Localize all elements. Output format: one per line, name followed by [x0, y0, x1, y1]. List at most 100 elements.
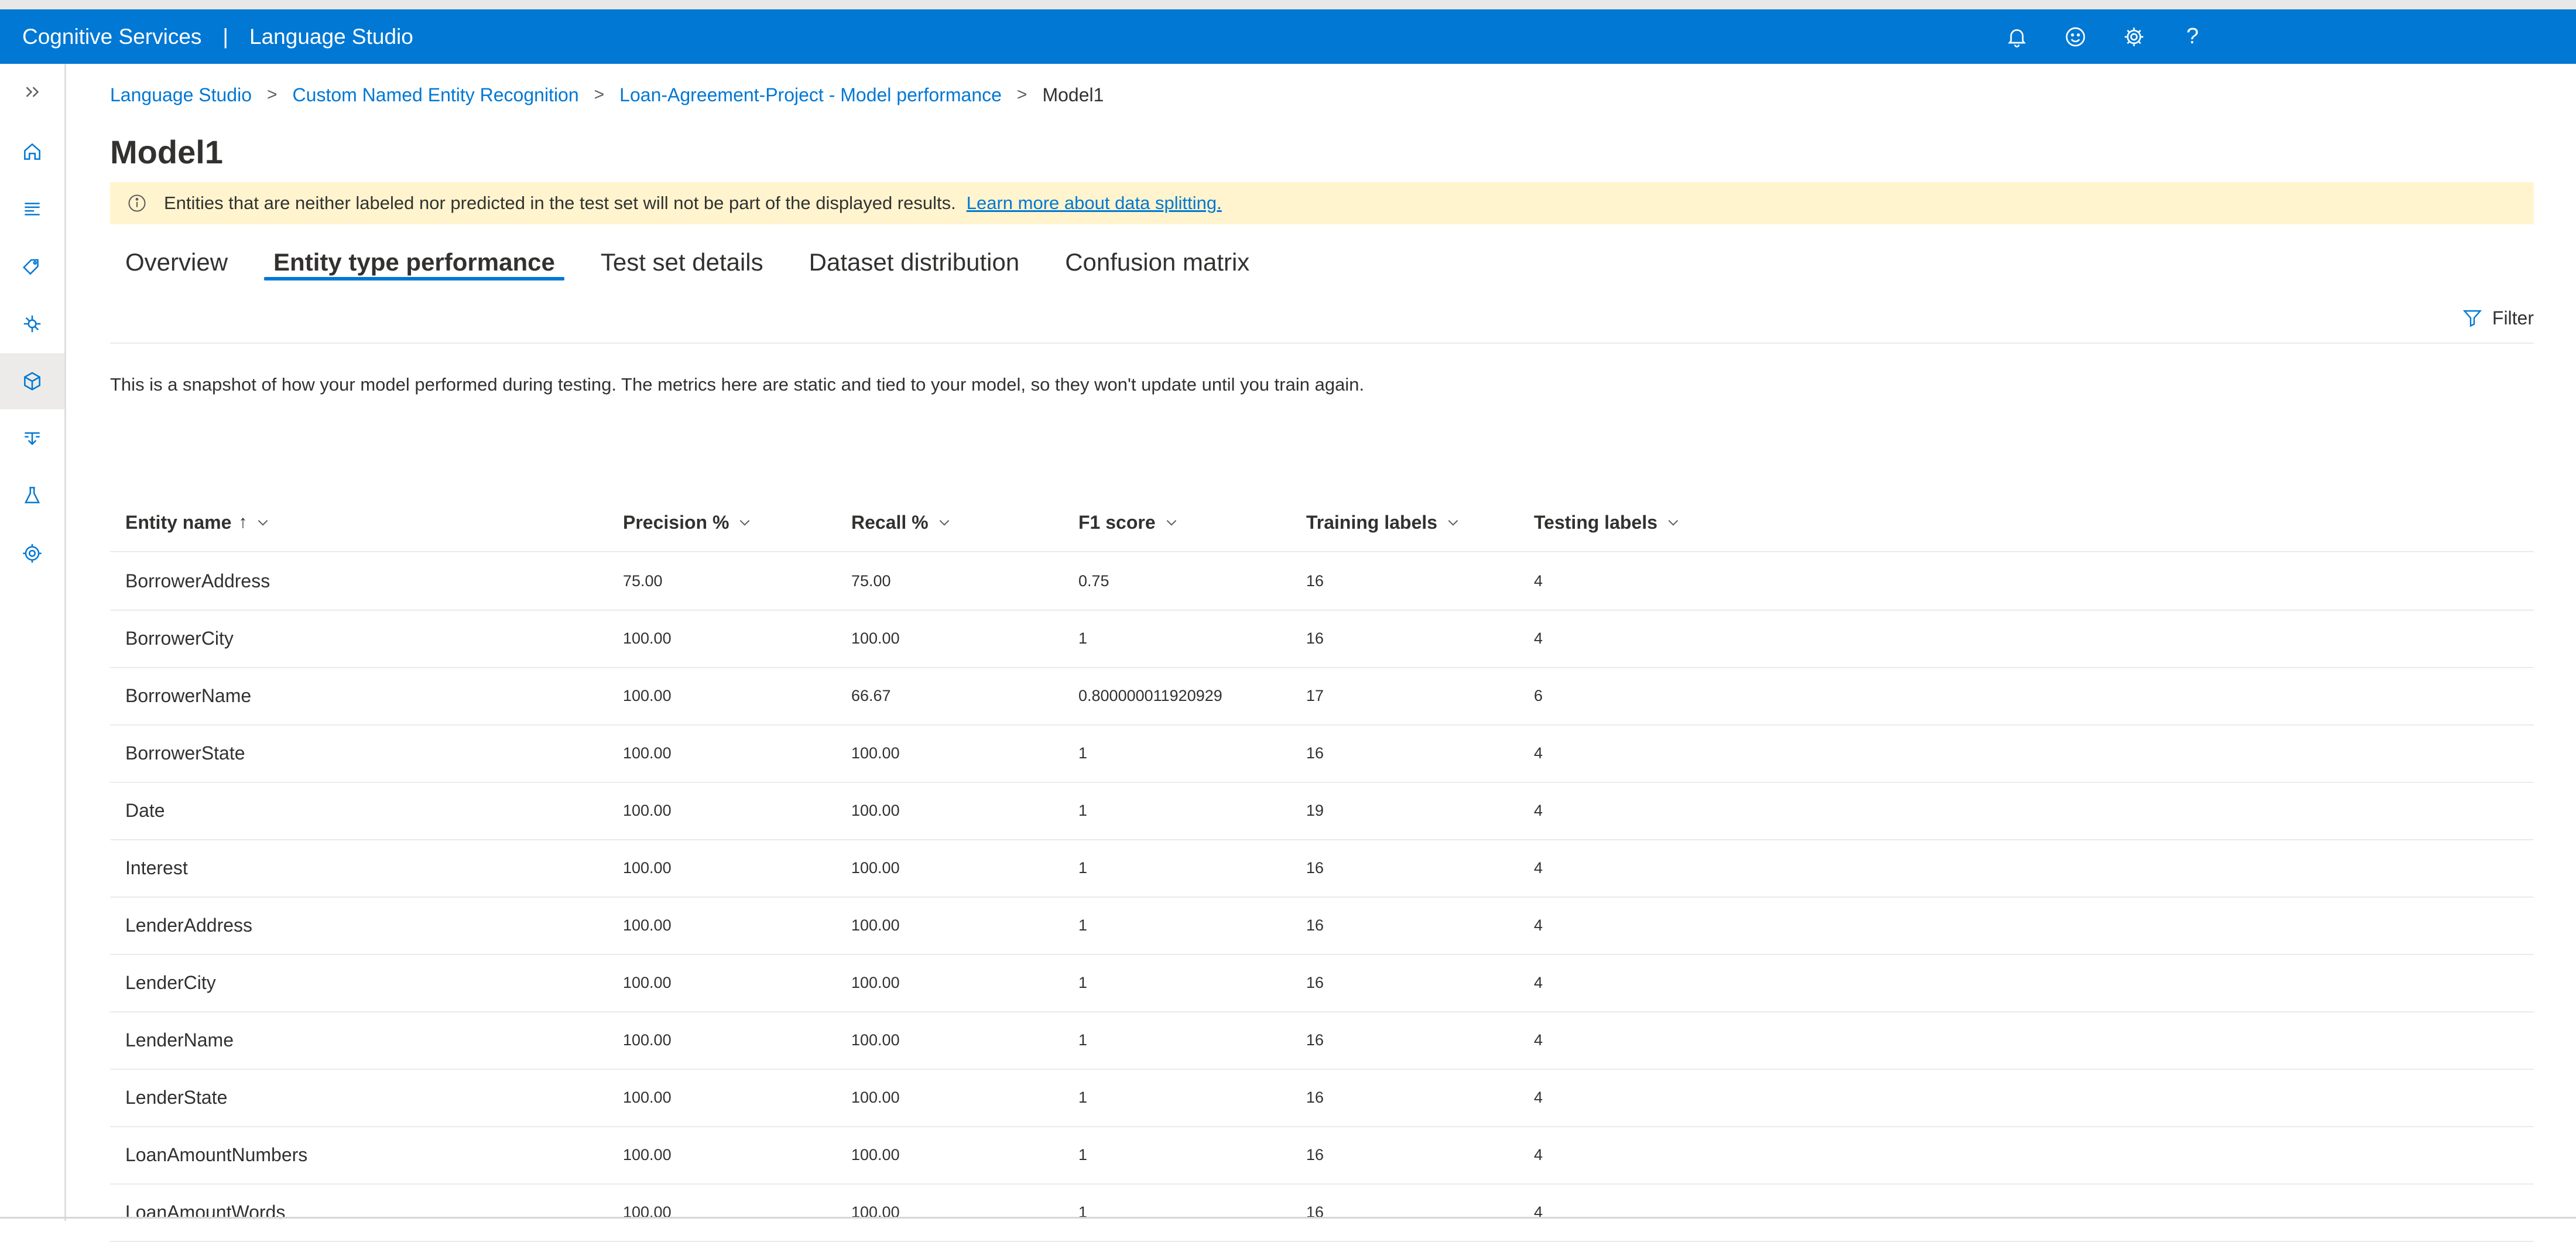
flask-icon: [24, 487, 40, 504]
cell-entity-name: LoanAmountNumbers: [125, 1144, 308, 1165]
column-header-entity-name[interactable]: Entity name ↑: [125, 494, 270, 551]
tab-entity-type-performance[interactable]: Entity type performance: [258, 231, 570, 293]
filter-icon: [2462, 310, 2482, 327]
cell-precision: 100.00: [623, 686, 672, 704]
cell-f1-score: 1: [1078, 973, 1088, 991]
table-row[interactable]: LoanAmountWords 100.00 100.00 1 16 4: [110, 1183, 2534, 1242]
cell-precision: 75.00: [623, 572, 663, 590]
cell-testing-labels: 4: [1534, 858, 1543, 877]
column-header-testing-labels[interactable]: Testing labels: [1534, 494, 1681, 551]
nav-settings[interactable]: [0, 525, 64, 581]
cell-recall: 75.00: [851, 572, 891, 590]
table-row[interactable]: BorrowerCity 100.00 100.00 1 16 4: [110, 610, 2534, 668]
banner-text: Entities that are neither labeled nor pr…: [164, 193, 956, 213]
cell-training-labels: 17: [1306, 686, 1324, 704]
column-header-label: Entity name: [125, 511, 232, 533]
table-row[interactable]: BorrowerState 100.00 100.00 1 16 4: [110, 724, 2534, 783]
column-header-label: Precision %: [623, 511, 729, 533]
nav-home[interactable]: [0, 124, 64, 180]
expand-nav-button[interactable]: [0, 64, 64, 120]
cell-testing-labels: 6: [1534, 686, 1543, 704]
cell-f1-score: 1: [1078, 744, 1088, 762]
chevron-right-icon: >: [594, 85, 605, 104]
page-title: Model1: [110, 134, 223, 170]
table-row[interactable]: LoanAmountNumbers 100.00 100.00 1 16 4: [110, 1126, 2534, 1185]
cell-f1-score: 1: [1078, 1203, 1088, 1221]
header-actions: ?: [2002, 9, 2207, 64]
table-row[interactable]: LenderState 100.00 100.00 1 16 4: [110, 1069, 2534, 1127]
filter-button[interactable]: Filter: [2462, 300, 2534, 336]
tab-dataset-distribution[interactable]: Dataset distribution: [794, 231, 1035, 293]
cell-recall: 100.00: [851, 744, 900, 762]
column-header-recall[interactable]: Recall %: [851, 494, 952, 551]
chevron-down-icon: [255, 515, 270, 530]
smiley-icon[interactable]: [2061, 22, 2090, 52]
cell-precision: 100.00: [623, 916, 672, 934]
tab-overview[interactable]: Overview: [110, 231, 243, 293]
breadcrumb-custom-ner[interactable]: Custom Named Entity Recognition: [293, 84, 579, 106]
settings-icon: [23, 544, 42, 563]
brand-name[interactable]: Cognitive Services: [22, 9, 201, 64]
breadcrumb-project-model-performance[interactable]: Loan-Agreement-Project - Model performan…: [619, 84, 1002, 106]
nav-testing[interactable]: [0, 468, 64, 524]
nav-data-labeling[interactable]: [0, 181, 64, 237]
tab-confusion-matrix[interactable]: Confusion matrix: [1050, 231, 1265, 293]
cell-testing-labels: 4: [1534, 1088, 1543, 1106]
toolbar-divider: [110, 343, 2534, 344]
column-header-f1-score[interactable]: F1 score: [1078, 494, 1179, 551]
cell-training-labels: 16: [1306, 1088, 1324, 1106]
cell-f1-score: 1: [1078, 916, 1088, 934]
chevron-down-icon: [737, 515, 752, 530]
nav-training[interactable]: [0, 296, 64, 352]
left-nav-rail: [0, 64, 66, 1221]
model-icon: [23, 315, 41, 333]
table-row[interactable]: LenderCity 100.00 100.00 1 16 4: [110, 954, 2534, 1012]
cell-recall: 100.00: [851, 858, 900, 877]
table-row[interactable]: Interest 100.00 100.00 1 16 4: [110, 839, 2534, 898]
cell-training-labels: 16: [1306, 744, 1324, 762]
cell-entity-name: LenderCity: [125, 971, 216, 993]
column-header-label: Recall %: [851, 511, 929, 533]
brand: Cognitive Services | Language Studio: [22, 9, 413, 64]
table-row[interactable]: LenderAddress 100.00 100.00 1 16 4: [110, 897, 2534, 955]
cell-entity-name: Interest: [125, 857, 188, 878]
column-header-precision[interactable]: Precision %: [623, 494, 752, 551]
cell-testing-labels: 4: [1534, 572, 1543, 590]
bell-icon[interactable]: [2002, 22, 2032, 52]
cell-precision: 100.00: [623, 1031, 672, 1049]
cell-precision: 100.00: [623, 858, 672, 877]
cell-training-labels: 16: [1306, 1145, 1324, 1164]
cell-recall: 100.00: [851, 916, 900, 934]
cell-entity-name: Date: [125, 799, 165, 821]
cell-training-labels: 16: [1306, 916, 1324, 934]
cell-recall: 100.00: [851, 801, 900, 819]
tag-icon: [22, 259, 39, 275]
filter-label: Filter: [2492, 307, 2534, 329]
nav-tag[interactable]: [0, 238, 64, 295]
data-splitting-link[interactable]: Learn more about data splitting.: [967, 193, 1222, 214]
app-name[interactable]: Language Studio: [249, 9, 413, 64]
chevron-down-icon: [1666, 515, 1681, 530]
cell-training-labels: 16: [1306, 858, 1324, 877]
table-row[interactable]: LenderName 100.00 100.00 1 16 4: [110, 1011, 2534, 1070]
tab-test-set-details[interactable]: Test set details: [585, 231, 779, 293]
breadcrumb-language-studio[interactable]: Language Studio: [110, 84, 252, 106]
column-header-training-labels[interactable]: Training labels: [1306, 494, 1461, 551]
gear-icon[interactable]: [2119, 22, 2149, 52]
cell-testing-labels: 4: [1534, 1031, 1543, 1049]
cell-training-labels: 16: [1306, 629, 1324, 647]
cell-testing-labels: 4: [1534, 916, 1543, 934]
column-header-label: Training labels: [1306, 511, 1438, 533]
table-row[interactable]: BorrowerAddress 75.00 75.00 0.75 16 4: [110, 552, 2534, 611]
cell-entity-name: BorrowerState: [125, 742, 245, 764]
table-row[interactable]: BorrowerName 100.00 66.67 0.800000011920…: [110, 667, 2534, 726]
nav-model-performance[interactable]: [0, 353, 64, 409]
help-glyph: ?: [2186, 24, 2199, 49]
cell-precision: 100.00: [623, 629, 672, 647]
cell-recall: 100.00: [851, 1203, 900, 1221]
help-icon[interactable]: ?: [2178, 22, 2207, 52]
cell-precision: 100.00: [623, 744, 672, 762]
cell-testing-labels: 4: [1534, 629, 1543, 647]
nav-deploy[interactable]: [0, 410, 64, 467]
table-row[interactable]: Date 100.00 100.00 1 19 4: [110, 782, 2534, 840]
